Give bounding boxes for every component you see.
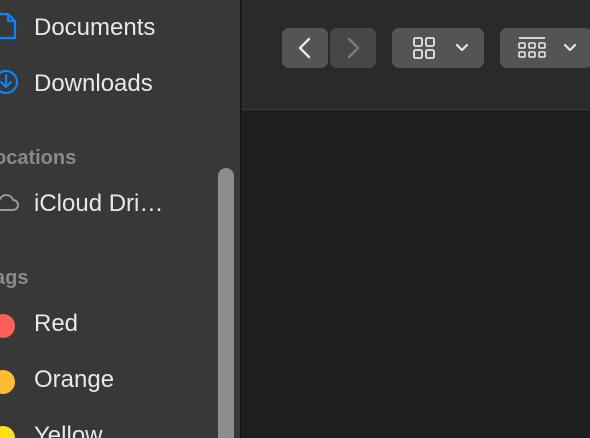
sidebar-item-tag-yellow[interactable]: Yellow [0,414,215,438]
chevron-down-icon [455,43,469,52]
chevron-down-icon [563,43,577,52]
chevron-left-icon [298,37,311,59]
group-view-icon [518,37,546,58]
main-content [242,0,590,438]
cloud-icon [0,188,20,216]
chevron-right-icon [347,37,360,59]
toolbar [242,0,590,110]
view-options-button[interactable] [392,28,484,68]
document-icon [0,12,20,40]
sidebar-item-label: Yellow [34,422,103,438]
sidebar-item-downloads[interactable]: Downloads [0,62,215,102]
sidebar-item-icloud-drive[interactable]: iCloud Dri… [0,182,215,222]
sidebar-item-label: Orange [34,366,115,393]
group-options-button[interactable] [500,28,590,68]
sidebar-item-documents[interactable]: Documents [0,6,215,46]
sidebar-item-tag-orange[interactable]: Orange [0,358,215,398]
forward-button[interactable] [330,28,376,68]
sidebar-item-label: Downloads [34,70,153,97]
sidebar-item-label: Red [34,310,79,337]
back-button[interactable] [282,28,328,68]
sidebar-scrollbar-thumb[interactable] [218,168,234,438]
sidebar-section-locations: ocations [0,147,77,169]
tag-color-dot [0,314,15,338]
sidebar-item-label: Documents [34,14,156,41]
download-icon [0,68,20,96]
file-browser-area[interactable] [242,111,590,438]
sidebar-item-label: iCloud Dri… [34,190,164,217]
sidebar-section-tags: ags [0,267,29,289]
grid-view-icon [413,37,435,59]
sidebar: Documents Downloads ocations iCloud Dri…… [0,0,241,438]
sidebar-item-tag-red[interactable]: Red [0,302,215,342]
tag-color-dot [0,370,15,394]
tag-color-dot [0,426,15,438]
